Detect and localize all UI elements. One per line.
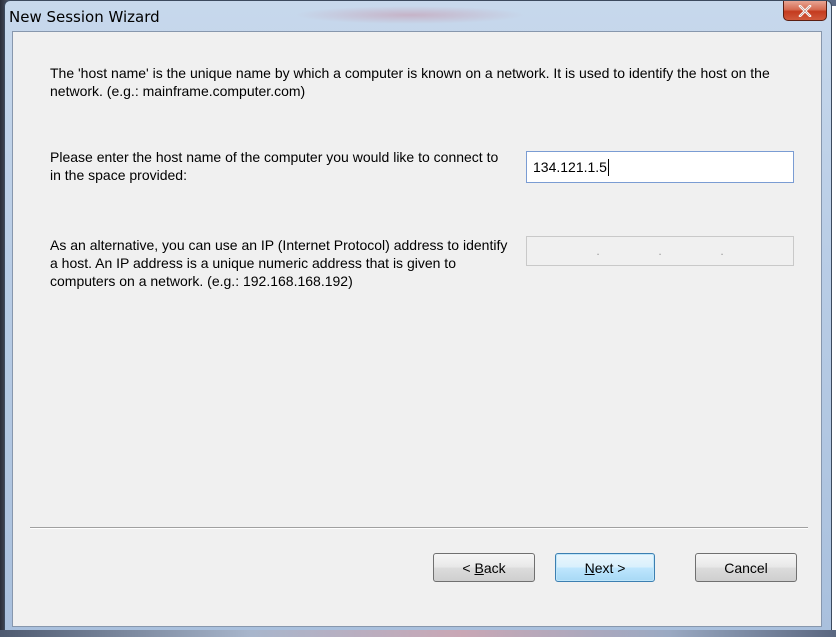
back-button-suffix: ack <box>483 559 506 576</box>
next-button-accelerator: N <box>584 559 595 576</box>
ip-separator: . <box>596 244 600 258</box>
close-button[interactable] <box>783 1 827 21</box>
title-bar[interactable]: New Session Wizard <box>5 1 831 31</box>
text-caret <box>607 158 609 176</box>
taskbar-edge <box>0 630 836 637</box>
intro-text: The 'host name' is the unique name by wh… <box>50 65 770 99</box>
back-button-accelerator: B <box>474 559 484 576</box>
next-button-suffix: ext > <box>594 559 626 576</box>
title-bar-glow <box>295 6 525 24</box>
host-name-prompt: Please enter the host name of the comput… <box>50 149 499 183</box>
window-title: New Session Wizard <box>9 8 160 26</box>
ip-separator: . <box>658 244 662 258</box>
cancel-button[interactable]: Cancel <box>695 553 797 582</box>
button-divider <box>30 527 808 529</box>
ip-separator: . <box>720 244 724 258</box>
ip-address-description: As an alternative, you can use an IP (In… <box>50 237 508 289</box>
host-name-input[interactable]: 134.121.1.5 <box>526 151 794 183</box>
back-button[interactable]: < Back <box>433 553 535 582</box>
back-button-prefix: < <box>462 559 475 576</box>
next-button[interactable]: Next > <box>555 553 655 582</box>
host-name-value: 134.121.1.5 <box>533 159 607 175</box>
dialog-client-area <box>12 31 822 627</box>
close-icon <box>798 4 812 17</box>
ip-address-input[interactable]: . . . <box>526 236 794 266</box>
